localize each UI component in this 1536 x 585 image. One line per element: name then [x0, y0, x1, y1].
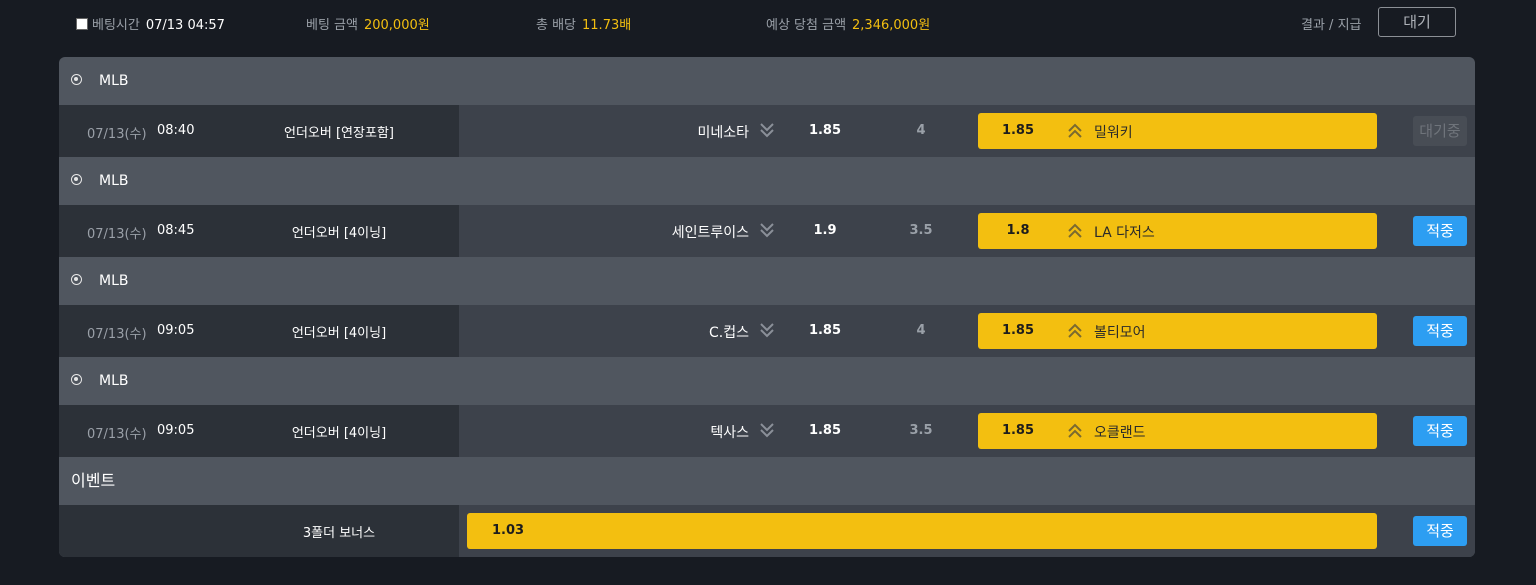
match-time: 08:40 [157, 123, 195, 138]
result-badge[interactable]: 적중 [1413, 316, 1467, 346]
away-odds: 1.85 [1001, 323, 1035, 338]
double-chevron-down-icon [760, 123, 774, 138]
away-selection[interactable]: 1.85 볼티모어 [978, 313, 1377, 349]
bet-row: 07/13(수) 08:40 언더오버 [연장포함] 미네소타 1.85 4 1… [59, 105, 1475, 157]
market-type: 언더오버 [4이닝] [291, 226, 387, 241]
double-chevron-up-icon [1068, 423, 1082, 438]
match-time: 08:45 [157, 223, 195, 238]
home-team: 세인트루이스 [671, 225, 749, 241]
bet-amount-label: 베팅 금액 [306, 18, 358, 33]
handicap-line: 3.5 [909, 423, 933, 438]
total-odds-group: 총 배당 11.73배 [536, 14, 631, 33]
expected-win-group: 예상 당첨 금액 2,346,000원 [766, 14, 930, 33]
league-name: MLB [99, 73, 129, 89]
home-team: 텍사스 [710, 425, 749, 441]
result-badge[interactable]: 적중 [1413, 216, 1467, 246]
handicap-line: 4 [916, 123, 926, 138]
bet-time-group: 베팅시간 07/13 04:57 [76, 14, 225, 33]
bonus-result-badge[interactable]: 적중 [1413, 516, 1467, 546]
baseball-icon [71, 274, 82, 285]
home-odds[interactable]: 1.85 [795, 423, 855, 438]
expected-win-value: 2,346,000원 [852, 18, 931, 33]
bet-summary-bar: 베팅시간 07/13 04:57 베팅 금액 200,000원 총 배당 11.73배… [0, 0, 1536, 46]
away-team: 오클랜드 [1094, 425, 1146, 441]
result-label-group: 결과 / 지급 [1301, 14, 1362, 33]
league-name: MLB [99, 273, 129, 289]
away-selection[interactable]: 1.85 밀워키 [978, 113, 1377, 149]
event-title: 이벤트 [71, 471, 116, 490]
away-selection[interactable]: 1.85 오클랜드 [978, 413, 1377, 449]
match-date: 07/13(수) [87, 327, 147, 342]
match-info: 07/13(수) 08:45 언더오버 [4이닝] [59, 205, 459, 257]
double-chevron-down-icon [760, 223, 774, 238]
bet-row: 07/13(수) 09:05 언더오버 [4이닝] 텍사스 1.85 3.5 1… [59, 405, 1475, 457]
market-type: 언더오버 [4이닝] [291, 326, 387, 341]
home-odds[interactable]: 1.85 [795, 123, 855, 138]
away-team: LA 다저스 [1094, 225, 1155, 241]
bet-amount-value: 200,000원 [363, 18, 430, 33]
bonus-info: 3폴더 보너스 [59, 505, 459, 557]
expected-win-label: 예상 당첨 금액 [766, 18, 847, 33]
event-header: 이벤트 [59, 457, 1475, 505]
league-header: MLB [59, 157, 1475, 205]
bonus-row: 3폴더 보너스 1.03 적중 [59, 505, 1475, 557]
bet-time-value: 07/13 04:57 [145, 18, 225, 33]
bet-amount-group: 베팅 금액 200,000원 [306, 14, 430, 33]
double-chevron-down-icon [760, 423, 774, 438]
select-checkbox[interactable] [76, 18, 88, 30]
bet-detail-panel: MLB 07/13(수) 08:40 언더오버 [연장포함] 미네소타 1.85… [59, 57, 1475, 557]
market-type: 언더오버 [4이닝] [291, 426, 387, 441]
away-selection[interactable]: 1.8 LA 다저스 [978, 213, 1377, 249]
bet-time-label: 베팅시간 [92, 18, 140, 33]
away-team: 볼티모어 [1094, 325, 1146, 341]
baseball-icon [71, 74, 82, 85]
league-header: MLB [59, 357, 1475, 405]
market-type: 언더오버 [연장포함] [284, 126, 394, 141]
home-team: 미네소타 [697, 125, 749, 141]
status-button[interactable]: 대기 [1378, 7, 1456, 37]
bonus-label: 3폴더 보너스 [302, 526, 376, 541]
result-badge[interactable]: 대기중 [1413, 116, 1467, 146]
double-chevron-up-icon [1068, 223, 1082, 238]
bet-row: 07/13(수) 09:05 언더오버 [4이닝] C.컵스 1.85 4 1.… [59, 305, 1475, 357]
handicap-line: 4 [916, 323, 926, 338]
match-time: 09:05 [157, 323, 195, 338]
baseball-icon [71, 374, 82, 385]
home-odds[interactable]: 1.9 [795, 223, 855, 238]
result-payout-label: 결과 / 지급 [1301, 18, 1362, 33]
bet-row: 07/13(수) 08:45 언더오버 [4이닝] 세인트루이스 1.9 3.5… [59, 205, 1475, 257]
away-team: 밀워키 [1094, 125, 1133, 141]
away-odds: 1.8 [1006, 223, 1030, 238]
match-info: 07/13(수) 09:05 언더오버 [4이닝] [59, 305, 459, 357]
double-chevron-down-icon [760, 323, 774, 338]
league-name: MLB [99, 173, 129, 189]
match-date: 07/13(수) [87, 127, 147, 142]
away-odds: 1.85 [1001, 123, 1035, 138]
handicap-line: 3.5 [909, 223, 933, 238]
double-chevron-up-icon [1068, 123, 1082, 138]
home-team: C.컵스 [709, 325, 749, 341]
total-odds-value: 11.73배 [582, 18, 632, 33]
match-date: 07/13(수) [87, 427, 147, 442]
bonus-odds-bar: 1.03 [467, 513, 1377, 549]
match-date: 07/13(수) [87, 227, 147, 242]
league-header: MLB [59, 57, 1475, 105]
match-info: 07/13(수) 08:40 언더오버 [연장포함] [59, 105, 459, 157]
league-name: MLB [99, 373, 129, 389]
league-header: MLB [59, 257, 1475, 305]
baseball-icon [71, 174, 82, 185]
match-time: 09:05 [157, 423, 195, 438]
result-badge[interactable]: 적중 [1413, 416, 1467, 446]
double-chevron-up-icon [1068, 323, 1082, 338]
home-odds[interactable]: 1.85 [795, 323, 855, 338]
bonus-odds: 1.03 [492, 523, 525, 538]
match-info: 07/13(수) 09:05 언더오버 [4이닝] [59, 405, 459, 457]
away-odds: 1.85 [1001, 423, 1035, 438]
total-odds-label: 총 배당 [536, 18, 577, 33]
